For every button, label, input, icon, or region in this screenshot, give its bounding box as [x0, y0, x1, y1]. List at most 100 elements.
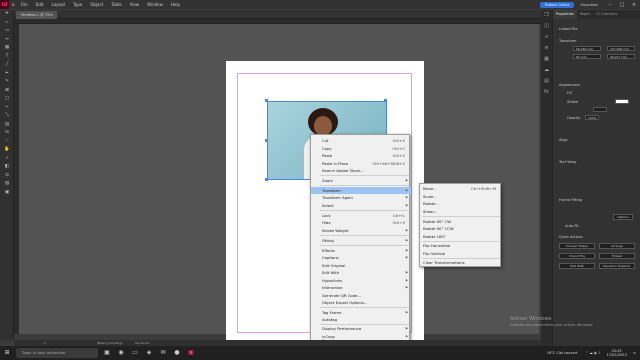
menu-item-edit-original[interactable]: Edit Original — [311, 262, 411, 269]
taskbar-search-box[interactable]: Taper ici pour rechercher — [16, 348, 98, 358]
menu-item-paste-in-place[interactable]: Paste in Place Ctrl+Alt+Shift+V — [311, 160, 411, 167]
pen-tool-icon[interactable]: ✒ — [0, 70, 14, 79]
menu-item-zoom[interactable]: Zoom ▶ — [311, 177, 411, 184]
menu-item-copy[interactable]: Copy Ctrl+C — [311, 145, 411, 152]
arrange-button[interactable]: Arrange — [599, 243, 635, 249]
stroke-panel-icon[interactable]: ≡ — [541, 43, 552, 54]
opacity-field[interactable]: 100% — [585, 115, 599, 120]
auto-fit-checkbox[interactable]: Auto-Fit — [565, 224, 579, 228]
submenu-item-move[interactable]: Move... Ctrl+Shift+M — [420, 185, 502, 192]
menu-file[interactable]: File — [17, 2, 32, 7]
menu-layout[interactable]: Layout — [47, 2, 69, 7]
taskbar-clock[interactable]: 20:43 17/02/2023 — [607, 349, 627, 358]
submenu-item-shear[interactable]: Shear... — [420, 208, 502, 215]
line-tool-icon[interactable]: ╱ — [0, 61, 14, 70]
menu-item-hide[interactable]: Hide Ctrl+3 — [311, 219, 411, 226]
submenu-item-flip-horizontal[interactable]: Flip Horizontal — [420, 242, 502, 249]
fitting-options-button[interactable]: Options — [613, 214, 633, 220]
tab-properties[interactable]: Properties — [553, 10, 577, 19]
free-transform-tool-icon[interactable]: ⤡ — [0, 112, 14, 121]
workspace-switcher[interactable]: Essentials — [580, 3, 598, 7]
content-collector-icon[interactable]: ▦ — [0, 44, 14, 53]
menu-item-captions[interactable]: Captions ▶ — [311, 254, 411, 261]
screen-mode-icon[interactable]: ▣ — [0, 189, 14, 198]
submenu-item-clear-transformations[interactable]: Clear Transformations — [420, 259, 502, 266]
menu-item-edit-with[interactable]: Edit With ▶ — [311, 269, 411, 276]
menu-item-interactive[interactable]: Interactive ▶ — [311, 284, 411, 291]
menu-view[interactable]: View — [126, 2, 144, 7]
menu-item-transform[interactable]: Transform ▶ — [311, 186, 411, 194]
swap-colors-icon[interactable]: ⇆ — [0, 172, 14, 181]
menu-item-stroke-weight[interactable]: Stroke Weight ▶ — [311, 227, 411, 234]
task-view-icon[interactable]: ▣ — [100, 346, 114, 360]
menu-item-effects[interactable]: Effects ▶ — [311, 247, 411, 254]
menu-item-transform-again[interactable]: Transform Again ▶ — [311, 194, 411, 201]
zoom-tool-icon[interactable]: ⌕ — [0, 155, 14, 164]
minimize-icon[interactable]: – — [604, 2, 616, 8]
maximize-icon[interactable]: □ — [616, 2, 628, 8]
hand-tool-icon[interactable]: ✋ — [0, 146, 14, 155]
scissors-tool-icon[interactable]: ✂ — [0, 104, 14, 113]
eyedropper-tool-icon[interactable]: ⟋ — [0, 138, 14, 147]
document-tab[interactable]: *Untitled-1 @ 75% — [16, 11, 57, 19]
menu-help[interactable]: Help — [167, 2, 184, 7]
menu-object[interactable]: Object — [86, 2, 107, 7]
layers-panel-icon[interactable]: ◫ — [541, 21, 552, 32]
menu-item-paste[interactable]: Paste Ctrl+V — [311, 152, 411, 159]
menu-item-display-performance[interactable]: Display Performance ▶ — [311, 325, 411, 332]
x-field[interactable]: 121,600 mm — [607, 46, 635, 51]
tab-pages[interactable]: Pages — [577, 10, 593, 19]
frame-handle[interactable] — [265, 99, 268, 102]
file-explorer-icon[interactable]: ▭ — [128, 346, 142, 360]
frame-handle[interactable] — [265, 178, 268, 181]
pages-panel-icon[interactable]: ❐ — [541, 10, 552, 21]
submenu-item-rotate-90-ccw[interactable]: Rotate 90° CCW — [420, 225, 502, 232]
direct-selection-tool-icon[interactable]: ▹ — [0, 19, 14, 28]
menu-item-generate-qr-code[interactable]: Generate QR Code... — [311, 292, 411, 299]
type-tool-icon[interactable]: T — [0, 53, 14, 62]
home-icon[interactable]: ⌂ — [9, 2, 17, 8]
page-tool-icon[interactable]: ▭ — [0, 27, 14, 36]
menu-item-tag-frame[interactable]: Tag Frame ▶ — [311, 309, 411, 316]
effects-panel-icon[interactable]: fx — [541, 87, 552, 98]
close-icon[interactable]: × — [628, 2, 640, 8]
menu-item-fitting[interactable]: Fitting ▶ — [311, 237, 411, 244]
text-wrap-panel-icon[interactable]: ▤ — [541, 76, 552, 87]
embed-button[interactable]: Embed — [599, 253, 635, 259]
menu-item-select[interactable]: Select ▶ — [311, 202, 411, 209]
preflight-profile[interactable]: [Basic] (working) — [97, 341, 122, 345]
menu-item-cut[interactable]: Cut Ctrl+X — [311, 137, 411, 144]
page-number[interactable]: 1 — [44, 341, 46, 345]
submenu-item-rotate-90-cw[interactable]: Rotate 90° CW — [420, 218, 502, 225]
menu-item-lock[interactable]: Lock Ctrl+L — [311, 212, 411, 219]
width-field[interactable]: 96,189 mm — [573, 46, 601, 51]
menu-item-hyperlinks[interactable]: Hyperlinks ▶ — [311, 277, 411, 284]
tab-cc-libraries[interactable]: CC Libraries — [593, 10, 620, 19]
import-file-button[interactable]: Import File — [559, 253, 595, 259]
gradient-tool-icon[interactable]: ▤ — [0, 121, 14, 130]
menu-window[interactable]: Window — [143, 2, 167, 7]
publish-online-button[interactable]: Publish Online — [539, 1, 575, 8]
submenu-item-flip-vertical[interactable]: Flip Vertical — [420, 250, 502, 257]
menu-edit[interactable]: Edit — [32, 2, 48, 7]
menu-item-autotag[interactable]: Autotag — [311, 316, 411, 323]
cc-libraries-panel-icon[interactable]: ☁ — [541, 65, 552, 76]
reveal-in-explorer-button[interactable]: Reveal in Explorer — [599, 263, 635, 269]
fill-stroke-swatch-icon[interactable]: ◧ — [0, 163, 14, 172]
indesign-taskbar-icon[interactable]: ▣ — [184, 346, 198, 360]
gap-tool-icon[interactable]: ↔ — [0, 36, 14, 45]
frame-handle[interactable] — [265, 139, 268, 142]
rectangle-tool-icon[interactable]: □ — [0, 95, 14, 104]
links-panel-icon[interactable]: ∞ — [541, 32, 552, 43]
submenu-item-rotate-180[interactable]: Rotate 180° — [420, 233, 502, 240]
convert-shape-button[interactable]: Convert Shape — [559, 243, 595, 249]
swatches-panel-icon[interactable]: ▦ — [541, 54, 552, 65]
notifications-icon[interactable]: ▭ — [633, 351, 636, 355]
edge-icon[interactable]: ◉ — [114, 346, 128, 360]
y-field[interactable]: 56,077 mm — [607, 54, 635, 59]
stroke-color-swatch[interactable] — [615, 99, 629, 104]
menu-table[interactable]: Table — [107, 2, 125, 7]
height-field[interactable]: 60 mm — [573, 54, 601, 59]
mail-icon[interactable]: ✉ — [156, 346, 170, 360]
weather-widget[interactable]: 16°C Ciel couvert — [547, 351, 578, 355]
